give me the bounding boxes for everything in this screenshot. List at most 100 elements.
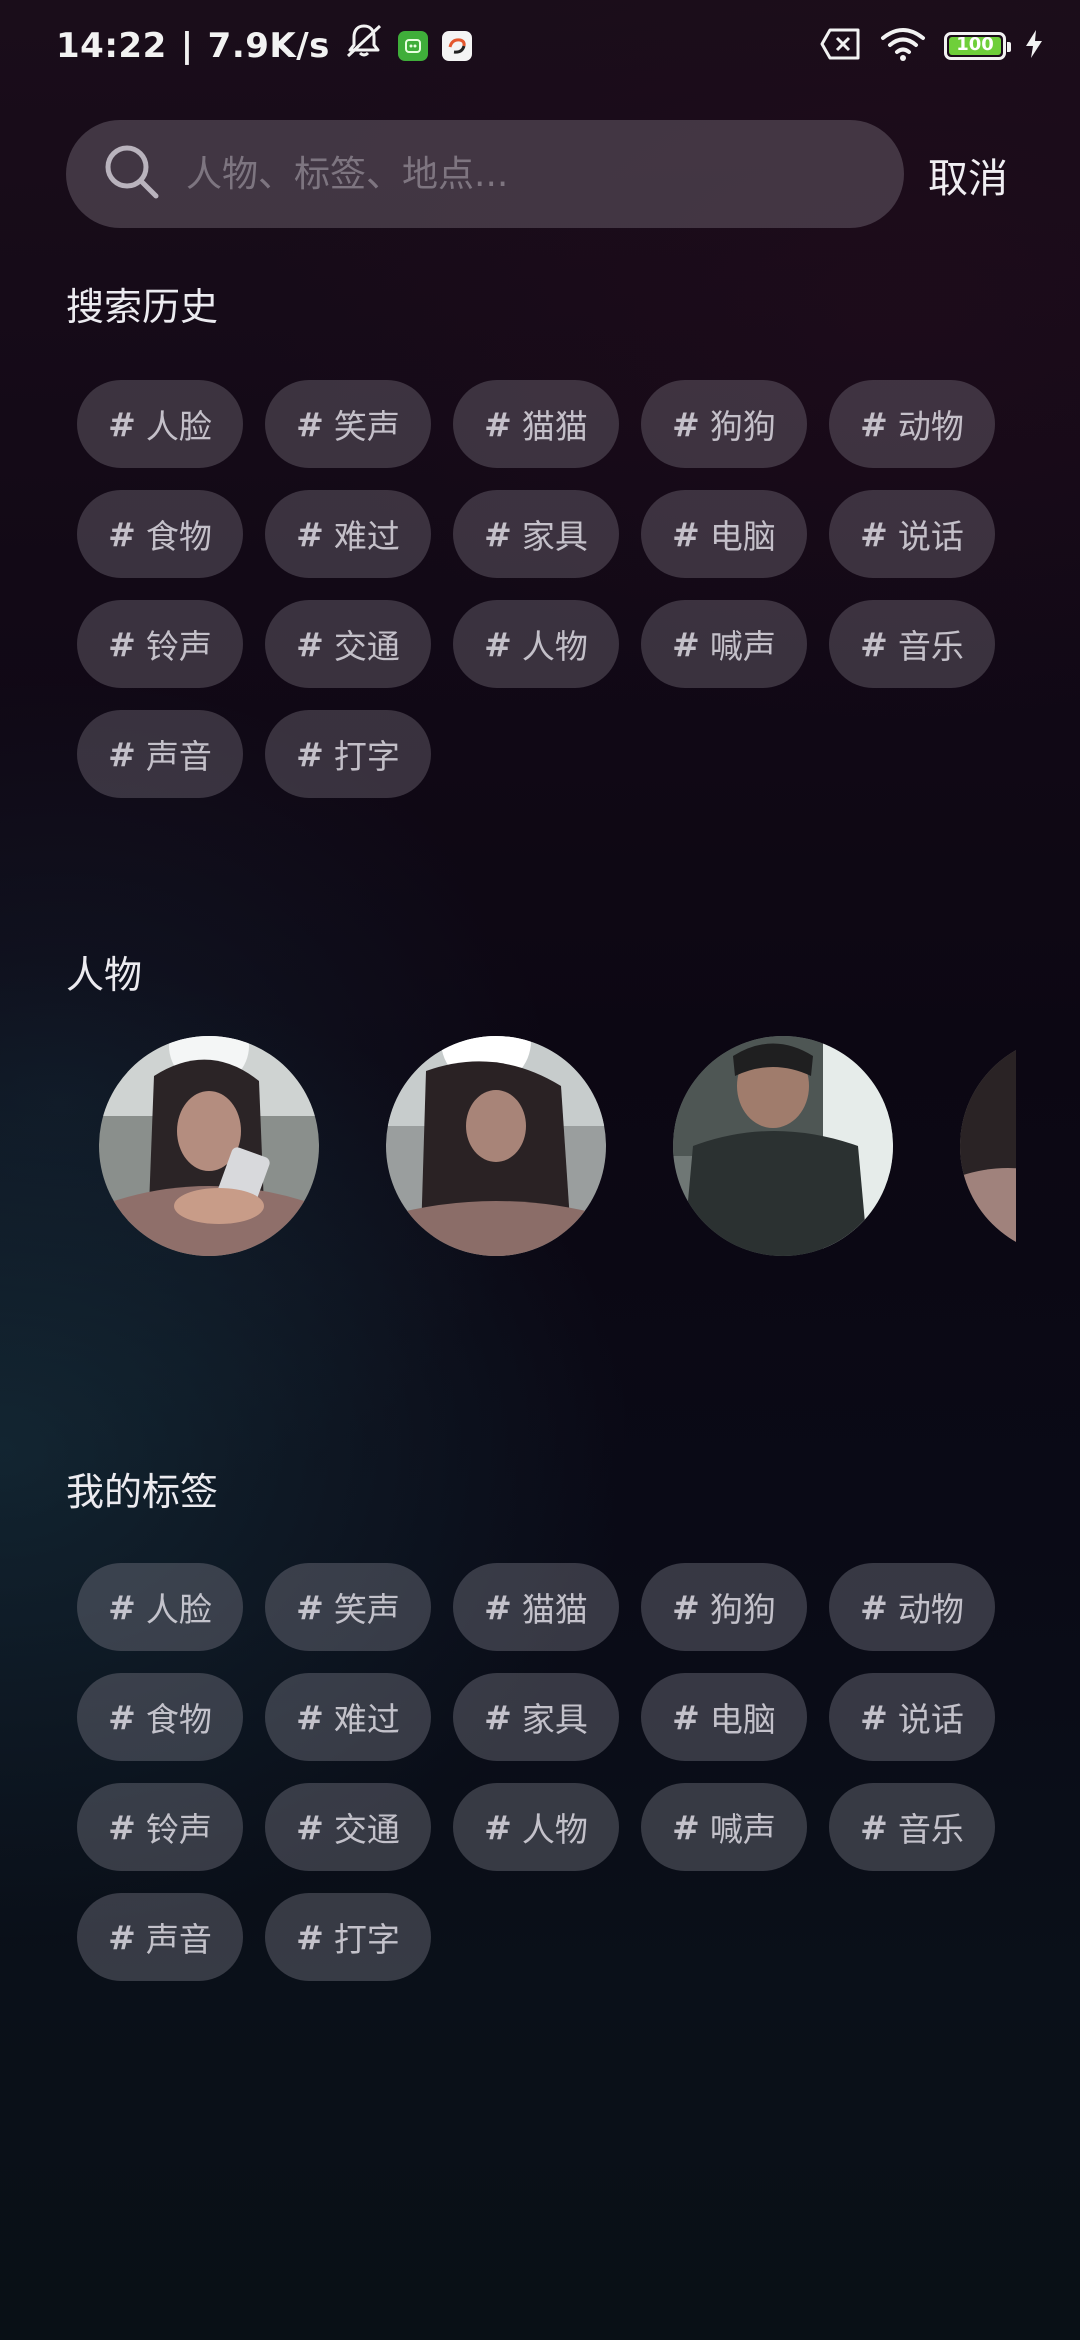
hash-icon: #: [296, 1807, 324, 1847]
history-chip[interactable]: # 家具: [453, 490, 619, 578]
tag-chip[interactable]: # 狗狗: [641, 1563, 807, 1651]
tag-chip[interactable]: # 交通: [265, 1783, 431, 1871]
hash-icon: #: [672, 1697, 700, 1737]
history-chip[interactable]: # 人脸: [77, 380, 243, 468]
history-chip[interactable]: # 打字: [265, 710, 431, 798]
history-chip[interactable]: # 狗狗: [641, 380, 807, 468]
person-avatar[interactable]: [99, 1036, 319, 1256]
history-title: 搜索历史: [66, 285, 219, 329]
tag-chip[interactable]: # 铃声: [77, 1783, 243, 1871]
chip-label: 音乐: [897, 627, 964, 666]
tag-chip[interactable]: # 喊声: [641, 1783, 807, 1871]
chip-label: 铃声: [145, 1810, 212, 1849]
app-icon-green: [397, 30, 428, 61]
history-chip[interactable]: # 笑声: [265, 380, 431, 468]
history-chip[interactable]: # 喊声: [641, 600, 807, 688]
chip-label: 笑声: [333, 407, 400, 446]
hash-icon: #: [108, 1807, 136, 1847]
tag-chip[interactable]: # 电脑: [641, 1673, 807, 1761]
history-chip[interactable]: # 铃声: [77, 600, 243, 688]
tag-chip[interactable]: # 声音: [77, 1893, 243, 1981]
person-avatar[interactable]: [386, 1036, 606, 1256]
tag-chip[interactable]: # 音乐: [829, 1783, 995, 1871]
hash-icon: #: [108, 624, 136, 664]
history-chip[interactable]: # 音乐: [829, 600, 995, 688]
hash-icon: #: [672, 514, 700, 554]
chip-label: 人物: [521, 627, 588, 666]
hash-icon: #: [860, 1807, 888, 1847]
chip-label: 交通: [333, 1810, 400, 1849]
hash-icon: #: [296, 1587, 324, 1627]
tag-chip[interactable]: # 食物: [77, 1673, 243, 1761]
tag-chip[interactable]: # 猫猫: [453, 1563, 619, 1651]
history-chip-grid: # 人脸 # 笑声 # 猫猫 # 狗狗 # 动物 # 食物 # 难过 # 家具 # 电脑 # 说话 # 铃声 # 交通 # 人物 #…: [77, 380, 1017, 798]
tag-chip[interactable]: # 说话: [829, 1673, 995, 1761]
search-box[interactable]: [66, 120, 904, 228]
hash-icon: #: [860, 514, 888, 554]
hash-icon: #: [672, 1807, 700, 1847]
status-left: 14:22 | 7.9K/s: [56, 22, 472, 69]
chip-label: 食物: [145, 517, 212, 556]
hash-icon: #: [484, 514, 512, 554]
wifi-icon: [880, 26, 926, 66]
chip-label: 家具: [521, 517, 588, 556]
chip-label: 电脑: [709, 517, 776, 556]
battery-level: 100: [956, 34, 994, 55]
tag-chip[interactable]: # 人物: [453, 1783, 619, 1871]
chip-label: 动物: [897, 1590, 964, 1629]
hash-icon: #: [296, 1917, 324, 1957]
hash-icon: #: [672, 624, 700, 664]
history-chip[interactable]: # 动物: [829, 380, 995, 468]
history-chip[interactable]: # 难过: [265, 490, 431, 578]
chip-label: 笑声: [333, 1590, 400, 1629]
hash-icon: #: [672, 404, 700, 444]
search-input[interactable]: [184, 152, 828, 196]
history-chip[interactable]: # 电脑: [641, 490, 807, 578]
tag-chip[interactable]: # 人脸: [77, 1563, 243, 1651]
app-icon-swirl: [441, 30, 472, 61]
status-right: 100: [820, 26, 1044, 66]
tags-chip-grid: # 人脸 # 笑声 # 猫猫 # 狗狗 # 动物 # 食物 # 难过 # 家具 # 电脑 # 说话 # 铃声 # 交通 # 人物 #…: [77, 1563, 1017, 1981]
tag-chip[interactable]: # 难过: [265, 1673, 431, 1761]
hash-icon: #: [296, 514, 324, 554]
hash-icon: #: [860, 624, 888, 664]
tag-chip[interactable]: # 家具: [453, 1673, 619, 1761]
hash-icon: #: [484, 404, 512, 444]
chip-label: 人物: [521, 1810, 588, 1849]
cancel-button[interactable]: 取消: [928, 146, 1008, 204]
mute-icon: [344, 22, 384, 69]
hash-icon: #: [108, 514, 136, 554]
history-chip[interactable]: # 猫猫: [453, 380, 619, 468]
hash-icon: #: [296, 734, 324, 774]
history-chip[interactable]: # 人物: [453, 600, 619, 688]
tag-chip[interactable]: # 笑声: [265, 1563, 431, 1651]
person-avatar[interactable]: [673, 1036, 893, 1256]
hash-icon: #: [108, 404, 136, 444]
hash-icon: #: [860, 1697, 888, 1737]
chip-label: 难过: [333, 517, 400, 556]
chip-label: 电脑: [709, 1700, 776, 1739]
person-avatar[interactable]: [960, 1036, 1016, 1256]
hash-icon: #: [108, 1917, 136, 1957]
tag-chip[interactable]: # 动物: [829, 1563, 995, 1651]
tag-chip[interactable]: # 打字: [265, 1893, 431, 1981]
battery-icon: 100: [944, 32, 1011, 60]
status-bar: 14:22 | 7.9K/s 100: [0, 0, 1080, 96]
hash-icon: #: [296, 1697, 324, 1737]
chip-label: 狗狗: [709, 407, 776, 446]
hash-icon: #: [484, 624, 512, 664]
chip-label: 人脸: [145, 1590, 212, 1629]
search-icon: [102, 142, 162, 206]
chip-label: 家具: [521, 1700, 588, 1739]
history-chip[interactable]: # 说话: [829, 490, 995, 578]
tags-title: 我的标签: [66, 1470, 219, 1514]
history-chip[interactable]: # 食物: [77, 490, 243, 578]
charging-icon: [1024, 29, 1044, 63]
people-row[interactable]: [66, 1036, 1016, 1258]
chip-label: 猫猫: [521, 1590, 588, 1629]
history-chip[interactable]: # 交通: [265, 600, 431, 688]
hash-icon: #: [860, 404, 888, 444]
history-chip[interactable]: # 声音: [77, 710, 243, 798]
chip-label: 说话: [897, 1700, 964, 1739]
hash-icon: #: [296, 404, 324, 444]
